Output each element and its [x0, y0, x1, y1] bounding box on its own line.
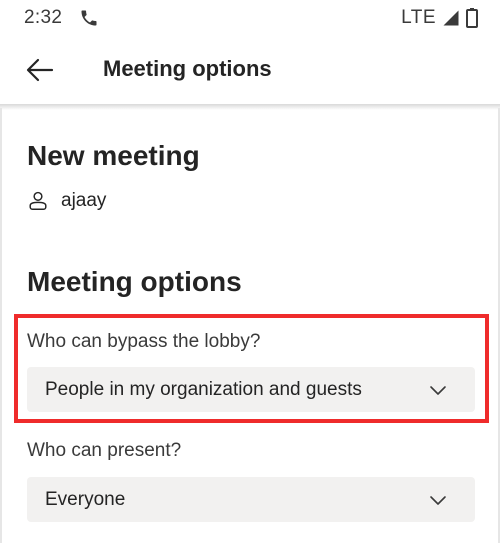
content-border-left [0, 108, 2, 543]
chevron-down-icon [430, 496, 446, 505]
page-title: Meeting options [103, 56, 272, 81]
app-bar: Meeting options [0, 36, 500, 104]
chevron-down-icon [430, 386, 446, 395]
phone-icon [81, 10, 97, 26]
status-time: 2:32 [24, 7, 63, 28]
lobby-label: Who can bypass the lobby? [27, 331, 261, 352]
meeting-title: New meeting [27, 140, 200, 171]
person-icon [29, 191, 47, 210]
status-indicators: LTE [401, 7, 478, 29]
back-button[interactable] [18, 48, 62, 92]
arrow-left-icon [26, 58, 54, 82]
present-dropdown-value: Everyone [45, 489, 126, 510]
organizer-row: ajaay [27, 190, 106, 212]
lobby-dropdown[interactable]: People in my organization and guests [27, 367, 475, 412]
present-dropdown[interactable]: Everyone [27, 477, 475, 522]
organizer-name: ajaay [61, 190, 107, 211]
network-label: LTE [401, 7, 436, 28]
section-heading: Meeting options [27, 266, 242, 297]
signal-icon [443, 10, 459, 26]
present-label: Who can present? [27, 440, 182, 461]
app-bar-shadow [0, 104, 500, 110]
lobby-dropdown-value: People in my organization and guests [45, 379, 362, 400]
battery-icon [466, 8, 478, 28]
status-bar: 2:32 LTE [0, 0, 500, 36]
